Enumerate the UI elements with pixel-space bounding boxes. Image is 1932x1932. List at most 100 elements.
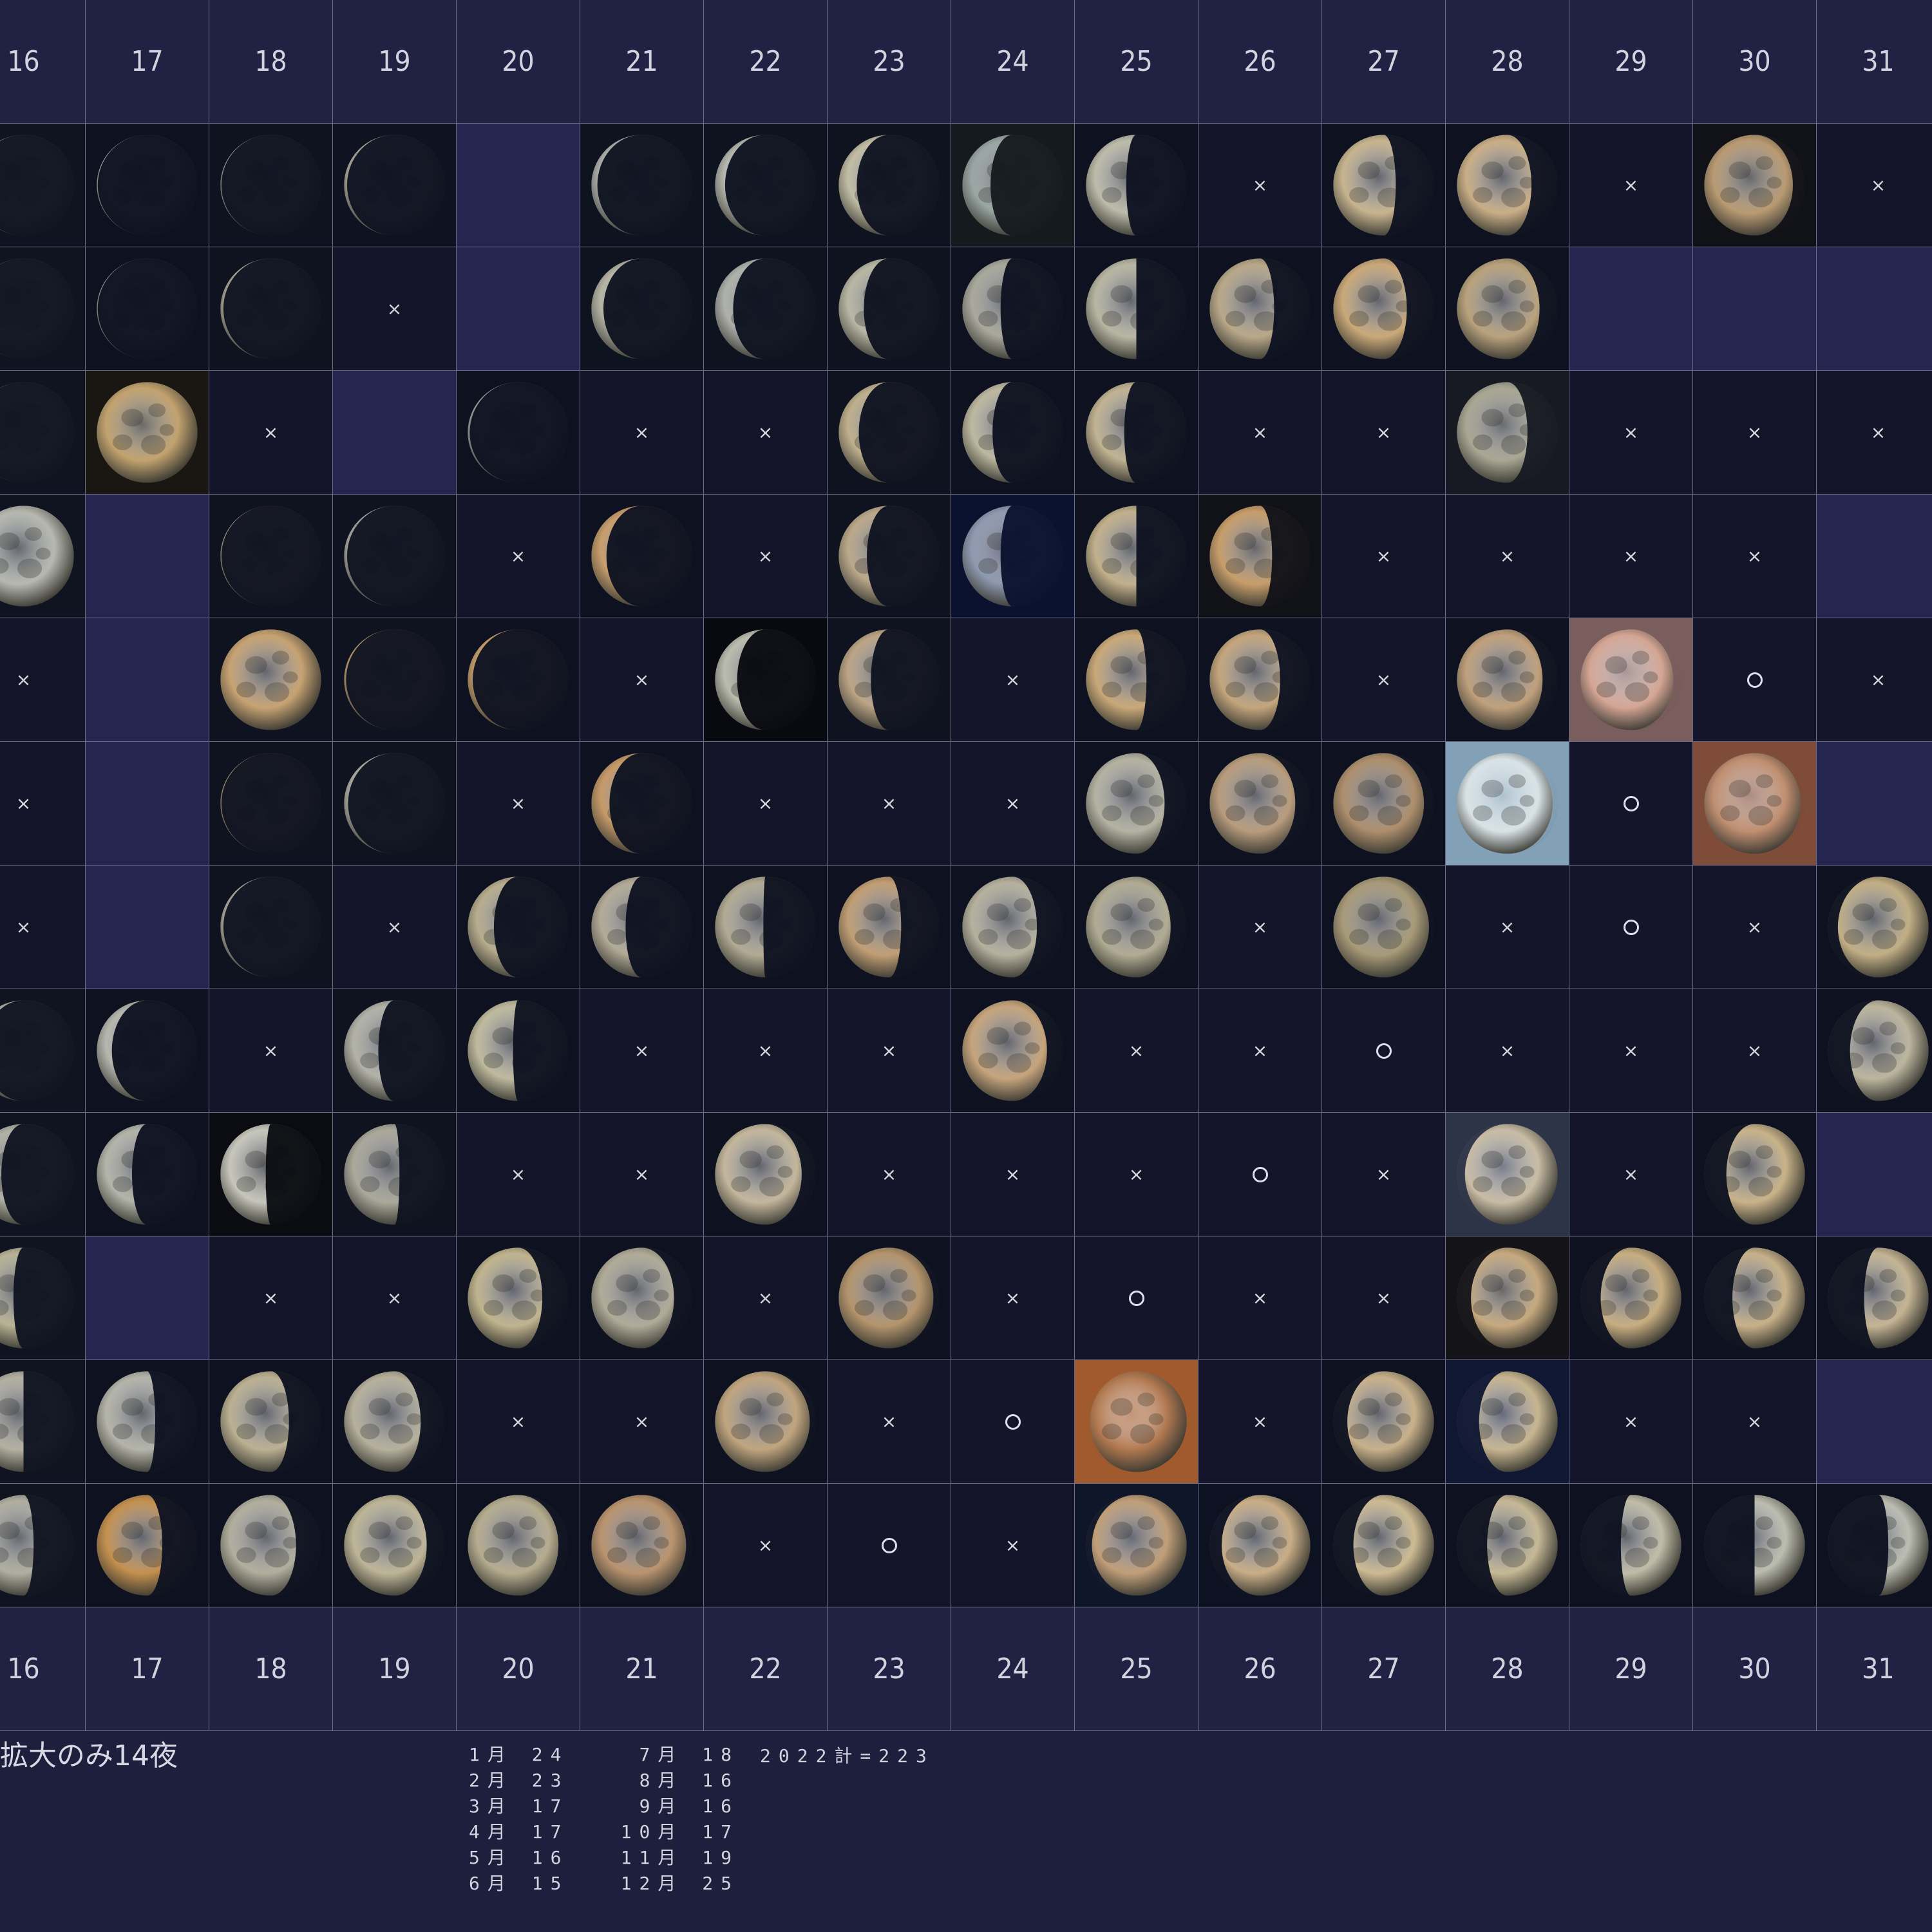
bottom-day-30: 30 (1693, 1607, 1816, 1730)
empty-cell-r2-day-30 (1693, 247, 1816, 370)
moon-photo (1075, 1360, 1198, 1483)
moon-photo (951, 124, 1074, 247)
top-day-27: 27 (1322, 0, 1445, 123)
moon-photo-r8-day-19 (333, 989, 456, 1112)
moon-photo-r6-day-19 (333, 742, 456, 865)
moon-photo (1446, 247, 1569, 370)
moon-photo (1817, 989, 1932, 1112)
moon-photo-r10-day-29 (1569, 1236, 1692, 1359)
empty-cell-r6-day-17 (86, 742, 209, 865)
moon-photo-r7-day-24 (951, 866, 1074, 989)
moon-photo (580, 247, 703, 370)
no-observation-mark-r3-day-22: × (704, 371, 827, 494)
cross-mark: × (757, 1287, 773, 1309)
moon-photo-r12-day-31 (1817, 1484, 1932, 1607)
moon-photo-r1-day-23 (828, 124, 951, 247)
empty-cell-r2-day-20 (457, 247, 580, 370)
moon-photo (457, 989, 580, 1112)
moon-photo (0, 1236, 85, 1359)
top-day-16: 16 (0, 0, 85, 123)
cross-mark: × (757, 793, 773, 814)
moon-photo (209, 124, 332, 247)
top-day-18: 18 (209, 0, 332, 123)
no-observation-mark-r5-day-24: × (951, 618, 1074, 741)
moon-photo (1075, 618, 1198, 741)
moon-photo (457, 1236, 580, 1359)
bottom-day-28: 28 (1446, 1607, 1569, 1730)
moon-photo (704, 1113, 827, 1236)
cross-mark: × (1005, 1164, 1021, 1185)
moon-photo-r1-day-19 (333, 124, 456, 247)
cross-mark: × (1499, 545, 1515, 567)
bottom-day-21: 21 (580, 1607, 703, 1730)
empty-cell-r3-day-19 (333, 371, 456, 494)
moon-photo-r11-day-19 (333, 1360, 456, 1483)
cross-mark: × (881, 1411, 897, 1432)
moon-photo (0, 989, 85, 1112)
no-observation-mark-r3-day-31: × (1817, 371, 1932, 494)
moon-photo-r9-day-19 (333, 1113, 456, 1236)
moon-photo (1693, 1236, 1816, 1359)
moon-photo (1817, 1484, 1932, 1607)
moon-photo-r2-day-23 (828, 247, 951, 370)
moon-photo-r3-day-24 (951, 371, 1074, 494)
moon-photo (1569, 1484, 1692, 1607)
cross-mark: × (881, 1040, 897, 1061)
no-observation-mark-r9-day-29: × (1569, 1113, 1692, 1236)
cross-mark: × (634, 1040, 650, 1061)
no-observation-mark-r11-day-30: × (1693, 1360, 1816, 1483)
no-observation-mark-r3-day-29: × (1569, 371, 1692, 494)
moon-photo (209, 618, 332, 741)
moon-photo (951, 495, 1074, 618)
moon-photo (1569, 1236, 1692, 1359)
moon-photo (333, 1484, 456, 1607)
no-observation-mark-r8-day-25: × (1075, 989, 1198, 1112)
moon-photo-r10-day-21 (580, 1236, 703, 1359)
empty-cell-r10-day-17 (86, 1236, 209, 1359)
top-day-30: 30 (1693, 0, 1816, 123)
no-observation-mark-r9-day-21: × (580, 1113, 703, 1236)
no-observation-mark-r10-day-27: × (1322, 1236, 1445, 1359)
moon-photo (951, 247, 1074, 370)
cross-mark: × (757, 1040, 773, 1061)
moon-photo (828, 866, 951, 989)
moon-photo (951, 866, 1074, 989)
moon-photo-r12-day-26 (1198, 1484, 1321, 1607)
moon-calendar-grid: 16 17 18 19 20 21 22 23 24 25 26 27 28 29 30 31 × × × × × × × ×… (0, 0, 1932, 1731)
bottom-day-29: 29 (1569, 1607, 1692, 1730)
moon-photo-r4-day-25 (1075, 495, 1198, 618)
cross-mark: × (510, 1164, 526, 1185)
cross-mark: × (1252, 1411, 1268, 1432)
zoom-only-note: 拡大のみ14夜 (0, 1739, 178, 1772)
cross-mark: × (1252, 422, 1268, 443)
moon-photo (0, 371, 85, 494)
no-observation-mark-r5-day-16: × (0, 618, 85, 741)
moon-photo (951, 989, 1074, 1112)
moon-photo-r4-day-23 (828, 495, 951, 618)
cross-mark: × (881, 1164, 897, 1185)
moon-photo (1198, 247, 1321, 370)
empty-cell-r2-day-31 (1817, 247, 1932, 370)
moon-photo-r7-day-18 (209, 866, 332, 989)
moon-photo-r5-day-18 (209, 618, 332, 741)
moon-photo-r12-day-16 (0, 1484, 85, 1607)
no-observation-mark-r1-day-29: × (1569, 124, 1692, 247)
moon-photo (1446, 618, 1569, 741)
circle-icon (1747, 672, 1763, 688)
cross-mark: × (15, 669, 32, 690)
cross-mark: × (1747, 1411, 1763, 1432)
moon-photo-r1-day-25 (1075, 124, 1198, 247)
moon-photo-r10-day-16 (0, 1236, 85, 1359)
no-observation-mark-r12-day-24: × (951, 1484, 1074, 1607)
moon-photo (580, 866, 703, 989)
moon-photo-r6-day-25 (1075, 742, 1198, 865)
moon-photo-r11-day-17 (86, 1360, 209, 1483)
moon-photo-r2-day-17 (86, 247, 209, 370)
cross-mark: × (386, 1287, 402, 1309)
moon-photo-r1-day-24 (951, 124, 1074, 247)
moon-photo-r5-day-19 (333, 618, 456, 741)
moon-photo (1075, 124, 1198, 247)
moon-photo (209, 866, 332, 989)
moon-photo-r7-day-31 (1817, 866, 1932, 989)
moon-photo (1446, 124, 1569, 247)
